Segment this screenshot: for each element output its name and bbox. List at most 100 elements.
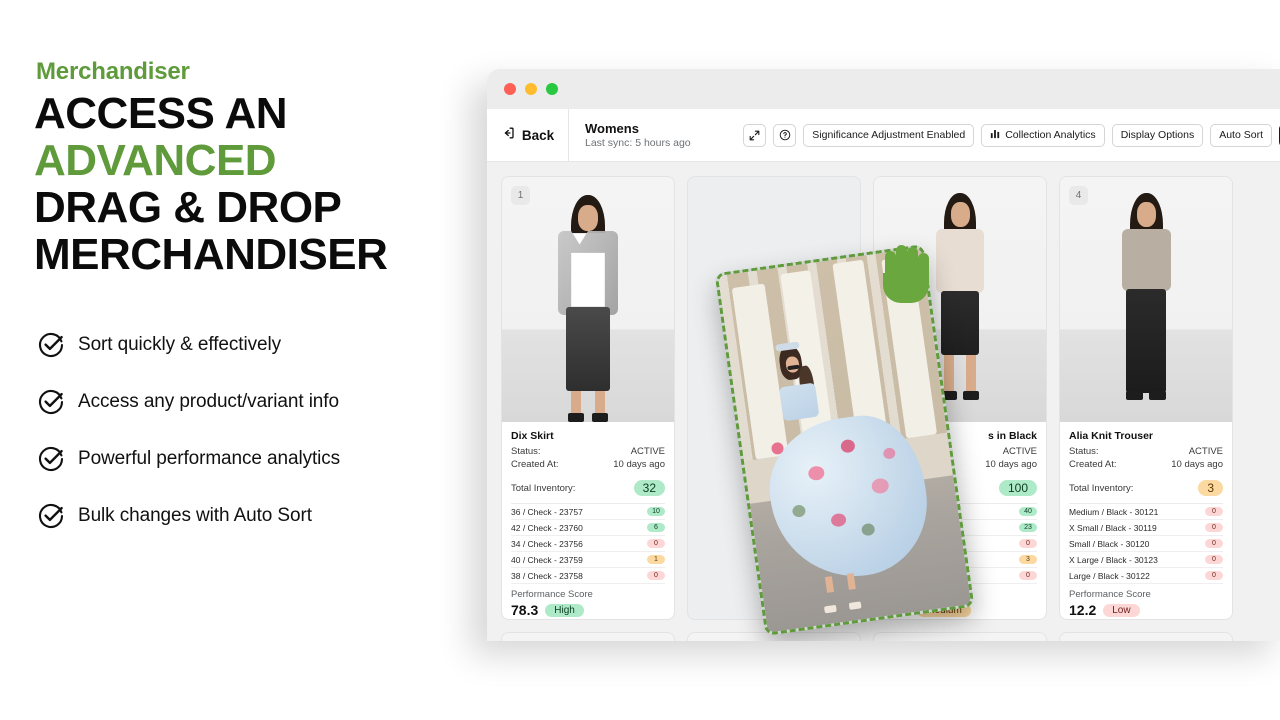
variant-qty-badge: 1 — [647, 555, 665, 564]
feature-list: Sort quickly & effectively Access any pr… — [38, 316, 458, 544]
back-button[interactable]: Back — [487, 109, 569, 161]
headline-line-1: ACCESS AN — [34, 89, 288, 138]
performance-value: 12.2 — [1069, 602, 1097, 618]
variant-qty-badge: 0 — [1019, 539, 1037, 548]
inventory-label: Total Inventory: — [1069, 482, 1134, 494]
marketing-pane: Merchandiser ACCESS AN ADVANCED DRAG & D… — [0, 0, 470, 720]
variant-row: 42 / Check - 23760 6 — [511, 520, 665, 536]
created-label: Created At: — [1069, 458, 1117, 470]
maximize-window-button[interactable] — [546, 83, 558, 95]
variant-qty-badge: 0 — [1205, 555, 1223, 564]
performance-row: 78.3 High — [511, 602, 665, 619]
variant-qty-badge: 10 — [647, 507, 665, 516]
performance-label: Performance Score — [1069, 589, 1151, 600]
collection-analytics-label: Collection Analytics — [1005, 129, 1096, 141]
product-image — [502, 177, 674, 422]
close-window-button[interactable] — [504, 83, 516, 95]
variant-name: X Small / Black - 30119 — [1069, 522, 1157, 533]
minimize-window-button[interactable] — [525, 83, 537, 95]
auto-sort-label: Auto Sort — [1219, 129, 1263, 141]
eyebrow-label: Merchandiser — [36, 58, 190, 85]
created-value: 10 days ago — [985, 458, 1037, 470]
product-details: Alia Knit Trouser Status: ACTIVE Created… — [1060, 422, 1232, 619]
variant-name: 36 / Check - 23757 — [511, 506, 583, 517]
variant-row: 40 / Check - 23759 1 — [511, 552, 665, 568]
variant-qty-badge: 6 — [647, 523, 665, 532]
variant-row: X Small / Black - 30119 0 — [1069, 520, 1223, 536]
list-item-label: Sort quickly & effectively — [78, 333, 281, 355]
product-image — [502, 633, 674, 641]
product-title: Dix Skirt — [511, 430, 554, 442]
variant-qty-badge: 0 — [1205, 571, 1223, 580]
list-item-label: Access any product/variant info — [78, 390, 339, 412]
variant-list: 36 / Check - 23757 10 42 / Check - 23760… — [511, 503, 665, 584]
variant-qty-badge: 23 — [1019, 523, 1037, 532]
back-button-label: Back — [521, 127, 555, 143]
app-window: Back Womens Last sync: 5 hours ago Signi… — [487, 69, 1280, 641]
variant-qty-badge: 0 — [1205, 523, 1223, 532]
status-row: Status: ACTIVE — [511, 446, 665, 459]
variant-name: Large / Black - 30122 — [1069, 570, 1150, 581]
auto-sort-button[interactable]: Auto Sort — [1210, 123, 1272, 147]
bar-chart-icon — [990, 129, 1000, 142]
variant-name: Medium / Black - 30121 — [1069, 506, 1159, 517]
significance-adjustment-button[interactable]: Significance Adjustment Enabled — [803, 123, 975, 147]
variant-name: 34 / Check - 23756 — [511, 538, 583, 549]
product-details: Dix Skirt Status: ACTIVE Created At: 10 … — [502, 422, 674, 619]
variant-qty-badge: 40 — [1019, 507, 1037, 516]
back-arrow-icon — [501, 126, 515, 145]
page-title: ACCESS AN ADVANCED DRAG & DROP MERCHANDI… — [34, 90, 454, 278]
collection-title: Womens — [585, 120, 639, 136]
performance-label: Performance Score — [511, 589, 593, 600]
list-item-label: Powerful performance analytics — [78, 447, 341, 469]
last-sync-label: Last sync: 5 hours ago — [585, 136, 691, 149]
question-circle-icon-button[interactable] — [773, 123, 797, 147]
check-circle-icon — [38, 332, 64, 358]
check-circle-icon — [38, 503, 64, 529]
list-item: Sort quickly & effectively — [38, 316, 458, 373]
product-image — [1060, 633, 1232, 641]
variant-name: 38 / Check - 23758 — [511, 570, 583, 581]
collection-analytics-button[interactable]: Collection Analytics — [981, 123, 1105, 147]
variant-row: Small / Black - 30120 0 — [1069, 536, 1223, 552]
variant-qty-badge: 0 — [647, 539, 665, 548]
variant-row: Medium / Black - 30121 0 — [1069, 504, 1223, 520]
performance-tier-badge: Low — [1103, 603, 1140, 617]
variant-qty-badge: 0 — [1205, 507, 1223, 516]
window-titlebar — [487, 69, 1280, 109]
performance-value: 78.3 — [511, 602, 539, 618]
status-value: ACTIVE — [1002, 446, 1037, 457]
card-position-badge: 4 — [1069, 186, 1088, 205]
list-item: Powerful performance analytics — [38, 430, 458, 487]
headline-line-3: DRAG & DROP — [34, 183, 342, 232]
status-value: ACTIVE — [630, 446, 665, 457]
variant-row: Large / Black - 30122 0 — [1069, 568, 1223, 584]
product-card[interactable]: 1 Dix Skirt Status: ACTIVE Created At: 1… — [501, 176, 675, 620]
status-row: Status: ACTIVE — [1069, 446, 1223, 459]
variant-name: Small / Black - 30120 — [1069, 538, 1150, 549]
board-row-2: 5 6 7 8 — [501, 632, 1280, 641]
variant-name: X Large / Black - 30123 — [1069, 554, 1158, 565]
variant-name: 42 / Check - 23760 — [511, 522, 583, 533]
product-card[interactable]: 8 — [1059, 632, 1233, 641]
created-value: 10 days ago — [1171, 458, 1223, 470]
product-image — [874, 633, 1046, 641]
check-circle-icon — [38, 389, 64, 415]
grabbing-hand-icon — [879, 245, 937, 312]
inventory-badge: 3 — [1198, 480, 1223, 496]
list-item: Access any product/variant info — [38, 373, 458, 430]
variant-row: 38 / Check - 23758 0 — [511, 568, 665, 584]
product-card[interactable]: 5 — [501, 632, 675, 641]
product-card[interactable]: 4 Alia Knit Trouser Status: ACTIVE Creat… — [1059, 176, 1233, 620]
expand-arrows-icon-button[interactable] — [743, 123, 767, 147]
created-row: Created At: 10 days ago — [511, 459, 665, 472]
app-toolbar: Back Womens Last sync: 5 hours ago Signi… — [487, 109, 1280, 162]
created-label: Created At: — [511, 458, 559, 470]
product-card[interactable]: 7 — [873, 632, 1047, 641]
list-item-label: Bulk changes with Auto Sort — [78, 504, 312, 526]
display-options-button[interactable]: Display Options — [1111, 123, 1204, 147]
status-value: ACTIVE — [1188, 446, 1223, 457]
significance-adjustment-label: Significance Adjustment Enabled — [812, 129, 966, 141]
toolbar-actions: Significance Adjustment Enabled Collecti… — [743, 123, 1280, 147]
product-image — [1060, 177, 1232, 422]
